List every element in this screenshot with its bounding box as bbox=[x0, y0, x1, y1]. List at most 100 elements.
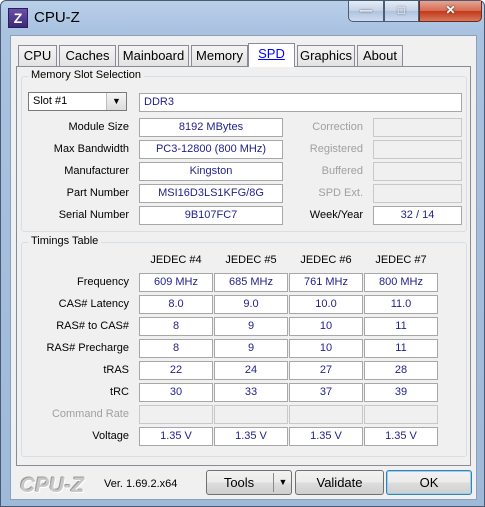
serial-number-label: Serial Number bbox=[58, 209, 129, 221]
tab-mainboard[interactable]: Mainboard bbox=[118, 45, 189, 66]
timing-cell: 8 bbox=[139, 317, 213, 336]
tab-memory[interactable]: Memory bbox=[191, 45, 248, 66]
tab-caches[interactable]: Caches bbox=[59, 45, 116, 66]
part-number-value: MSI16D3LS1KFG/8G bbox=[139, 184, 283, 203]
close-button[interactable]: ✕ bbox=[419, 1, 482, 22]
serial-number-value: 9B107FC7 bbox=[139, 206, 283, 225]
timing-cell: 24 bbox=[214, 361, 288, 380]
group-title: Memory Slot Selection bbox=[28, 69, 145, 81]
timing-row-label: RAS# to CAS# bbox=[56, 320, 129, 332]
module-size-label: Module Size bbox=[68, 121, 129, 133]
timing-cell: 9.0 bbox=[214, 295, 288, 314]
timing-cell: 1.35 V bbox=[139, 427, 213, 446]
buffered-value bbox=[373, 162, 462, 181]
timing-cell: 1.35 V bbox=[364, 427, 438, 446]
tab-label: Graphics bbox=[299, 48, 353, 63]
minimize-button[interactable]: — bbox=[348, 1, 384, 22]
timing-cell: 10 bbox=[289, 317, 363, 336]
timing-cell: 1.35 V bbox=[214, 427, 288, 446]
slot-select-value: Slot #1 bbox=[33, 95, 68, 107]
timing-cell bbox=[364, 405, 438, 424]
ok-button[interactable]: OK bbox=[386, 470, 472, 495]
maximize-button[interactable]: □ bbox=[384, 1, 419, 22]
timing-cell: 9 bbox=[214, 317, 288, 336]
tools-dropdown-icon[interactable]: ▼ bbox=[274, 471, 292, 494]
timing-cell bbox=[289, 405, 363, 424]
timing-cell: 1.35 V bbox=[289, 427, 363, 446]
tab-label: Memory bbox=[196, 48, 243, 63]
tools-label: Tools bbox=[223, 475, 255, 490]
tab-label: CPU bbox=[23, 48, 52, 63]
chevron-down-icon[interactable]: ▼ bbox=[106, 93, 126, 110]
timing-cell: 28 bbox=[364, 361, 438, 380]
correction-value bbox=[373, 118, 462, 137]
timing-cell: 30 bbox=[139, 383, 213, 402]
timing-cell: 609 MHz bbox=[139, 273, 213, 292]
max-bandwidth-label: Max Bandwidth bbox=[53, 143, 129, 155]
cpuz-logo: CPU-Z bbox=[20, 474, 85, 497]
memory-type-field: DDR3 bbox=[139, 93, 462, 112]
spd-tab-panel: Memory Slot Selection Slot #1 ▼ DDR3 Mod… bbox=[16, 66, 471, 466]
column-header: JEDEC #7 bbox=[375, 254, 427, 266]
timing-cell bbox=[214, 405, 288, 424]
module-size-value: 8192 MBytes bbox=[139, 118, 283, 137]
timing-row-label: Voltage bbox=[92, 430, 129, 442]
timing-row-label: tRC bbox=[110, 386, 129, 398]
manufacturer-label: Manufacturer bbox=[64, 165, 129, 177]
tab-about[interactable]: About bbox=[357, 45, 403, 66]
maximize-icon: □ bbox=[397, 3, 406, 17]
timing-cell: 9 bbox=[214, 339, 288, 358]
spd-ext-label: SPD Ext. bbox=[318, 187, 363, 199]
validate-button[interactable]: Validate bbox=[295, 470, 384, 495]
close-icon: ✕ bbox=[445, 3, 456, 17]
timing-cell bbox=[139, 405, 213, 424]
version-label: Ver. 1.69.2.x64 bbox=[104, 478, 178, 490]
timing-row-label: CAS# Latency bbox=[58, 298, 129, 310]
timing-cell: 39 bbox=[364, 383, 438, 402]
tab-spd[interactable]: SPD bbox=[248, 43, 295, 67]
timing-cell: 37 bbox=[289, 383, 363, 402]
max-bandwidth-value: PC3-12800 (800 MHz) bbox=[139, 140, 283, 159]
tools-button[interactable]: Tools ▼ bbox=[206, 470, 292, 495]
timing-cell: 8.0 bbox=[139, 295, 213, 314]
registered-value bbox=[373, 140, 462, 159]
timing-cell: 11.0 bbox=[364, 295, 438, 314]
column-header: JEDEC #5 bbox=[225, 254, 277, 266]
timing-row-label: tRAS bbox=[103, 364, 129, 376]
group-title: Timings Table bbox=[28, 235, 102, 247]
timing-cell: 10 bbox=[289, 339, 363, 358]
timing-cell: 11 bbox=[364, 317, 438, 336]
manufacturer-value: Kingston bbox=[139, 162, 283, 181]
spd-ext-value bbox=[373, 184, 462, 203]
timing-cell: 27 bbox=[289, 361, 363, 380]
timing-cell: 22 bbox=[139, 361, 213, 380]
tab-graphics[interactable]: Graphics bbox=[297, 45, 355, 66]
tab-label: About bbox=[363, 48, 397, 63]
buffered-label: Buffered bbox=[321, 165, 363, 177]
tab-label: Mainboard bbox=[122, 48, 185, 63]
timing-cell: 33 bbox=[214, 383, 288, 402]
client-area: CPU Caches Mainboard Memory SPD Graphics… bbox=[10, 35, 477, 500]
registered-label: Registered bbox=[309, 143, 363, 155]
tab-cpu[interactable]: CPU bbox=[18, 45, 57, 66]
timing-row-label: Command Rate bbox=[51, 408, 129, 420]
timing-cell: 800 MHz bbox=[364, 273, 438, 292]
timing-row-label: Frequency bbox=[77, 276, 129, 288]
column-header: JEDEC #4 bbox=[150, 254, 202, 266]
timing-row-label: RAS# Precharge bbox=[46, 342, 129, 354]
cpuz-app-icon[interactable]: Z bbox=[8, 8, 28, 28]
cpuz-window: Z CPU-Z — □ ✕ CPU Caches Mainboard Memor… bbox=[0, 0, 485, 507]
slot-select[interactable]: Slot #1 ▼ bbox=[28, 92, 127, 111]
part-number-label: Part Number bbox=[66, 187, 129, 199]
window-title: CPU-Z bbox=[34, 9, 80, 26]
timing-cell: 685 MHz bbox=[214, 273, 288, 292]
week-year-value: 32 / 14 bbox=[373, 206, 462, 225]
tab-label: SPD bbox=[258, 46, 285, 61]
timing-cell: 8 bbox=[139, 339, 213, 358]
timing-cell: 10.0 bbox=[289, 295, 363, 314]
minimize-icon: — bbox=[360, 3, 372, 17]
tab-label: Caches bbox=[65, 48, 110, 63]
correction-label: Correction bbox=[312, 121, 363, 133]
column-header: JEDEC #6 bbox=[300, 254, 352, 266]
title-bar[interactable]: Z CPU-Z — □ ✕ bbox=[1, 1, 484, 33]
